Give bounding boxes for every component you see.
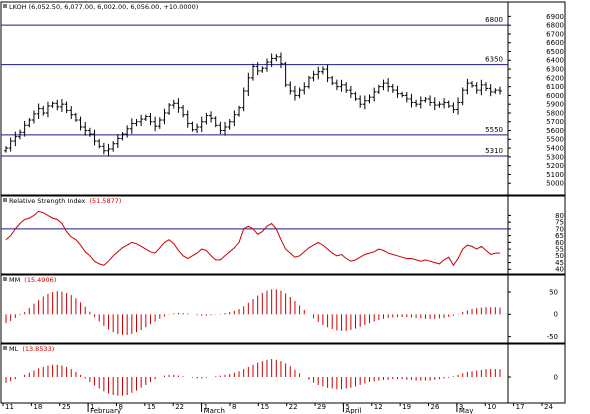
mm-y-label-50: 50: [549, 288, 558, 296]
price-y-label-6300: 6300: [546, 65, 564, 73]
x-label-26: 26: [431, 403, 440, 411]
price-pane-title: LKOH (6,052.50, 6,077.00, 6,002.00, 6,05…: [9, 3, 198, 11]
price-y-label-5700: 5700: [546, 118, 564, 126]
mm-pane-title: MM (15.4906): [9, 276, 56, 284]
mm-y-label--50: -50: [547, 333, 558, 341]
rsi-pane[interactable]: [0, 195, 566, 275]
price-y-label-5100: 5100: [546, 171, 564, 179]
x-label-29: 29: [317, 403, 326, 411]
price-y-label-6200: 6200: [546, 74, 564, 82]
x-label-8: 8: [118, 403, 122, 411]
level-label-6800: 6800: [485, 16, 503, 24]
x-label-8: 8: [232, 403, 236, 411]
level-label-5310: 5310: [485, 147, 503, 155]
ml-pane[interactable]: [0, 343, 566, 404]
ml-y-label-0: 0: [554, 373, 558, 381]
price-title-icon: [3, 4, 7, 8]
month-label-april: April: [345, 407, 361, 414]
price-pane[interactable]: [0, 1, 566, 196]
price-y-label-6400: 6400: [546, 57, 564, 65]
rsi-value-label: (51.5877): [89, 197, 121, 205]
x-label-10: 10: [487, 403, 496, 411]
ml-value-label: (13.8533): [22, 345, 54, 353]
ml-title-label: ML: [9, 345, 19, 353]
price-y-label-6900: 6900: [546, 13, 564, 21]
x-label-12: 12: [374, 403, 383, 411]
mm-title-label: MM: [9, 276, 20, 284]
mm-y-label-0: 0: [554, 311, 558, 319]
rsi-y-label-40: 40: [555, 266, 564, 274]
x-label-15: 15: [147, 403, 156, 411]
price-y-label-6600: 6600: [546, 39, 564, 47]
price-y-label-6500: 6500: [546, 48, 564, 56]
month-label-march: March: [204, 407, 225, 414]
mm-title-icon: [3, 277, 7, 281]
rsi-pane-title: Relative Strength Index (51.5877): [9, 197, 121, 205]
rsi-title-label: Relative Strength Index: [9, 197, 86, 205]
mm-value-label: (15.4906): [24, 276, 56, 284]
price-y-label-5000: 5000: [546, 180, 564, 188]
x-label-25: 25: [62, 403, 71, 411]
price-y-label-6800: 6800: [546, 22, 564, 30]
price-y-label-5600: 5600: [546, 127, 564, 135]
x-label-24: 24: [544, 403, 553, 411]
month-label-may: May: [459, 407, 473, 414]
x-label-18: 18: [33, 403, 42, 411]
x-label-22: 22: [289, 403, 298, 411]
price-y-label-5300: 5300: [546, 153, 564, 161]
price-y-label-6700: 6700: [546, 30, 564, 38]
x-label-17: 17: [516, 403, 525, 411]
ml-title-icon: [3, 346, 7, 350]
x-label-11: 11: [5, 403, 14, 411]
level-label-5550: 5550: [485, 126, 503, 134]
chart-window: LKOH (6,052.50, 6,077.00, 6,002.00, 6,05…: [0, 0, 590, 414]
x-label-15: 15: [260, 403, 269, 411]
rsi-title-icon: [3, 198, 7, 202]
price-y-label-5400: 5400: [546, 144, 564, 152]
price-y-label-6000: 6000: [546, 92, 564, 100]
x-label-22: 22: [175, 403, 184, 411]
chart-canvas: LKOH (6,052.50, 6,077.00, 6,002.00, 6,05…: [0, 1, 566, 414]
price-y-label-5800: 5800: [546, 109, 564, 117]
price-y-label-6100: 6100: [546, 83, 564, 91]
price-y-label-5500: 5500: [546, 136, 564, 144]
month-label-february: February: [90, 407, 121, 414]
level-label-6350: 6350: [485, 56, 503, 64]
x-axis: 11 18 25 1February8 15 22 1March 8 15 22 29 5April 1…: [2, 403, 553, 414]
price-y-label-5900: 5900: [546, 101, 564, 109]
x-label-19: 19: [402, 403, 411, 411]
ml-pane-title: ML (13.8533): [9, 345, 54, 353]
price-y-label-5200: 5200: [546, 162, 564, 170]
